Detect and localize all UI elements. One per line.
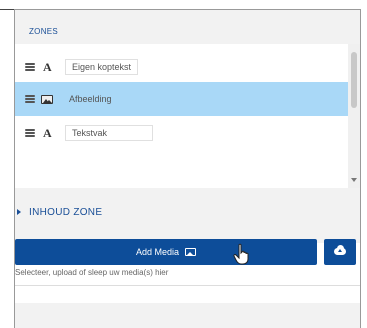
- section-divider: [15, 285, 360, 286]
- zone-item-tekstvak[interactable]: A Tekstvak: [15, 116, 348, 150]
- text-type-icon: A: [43, 59, 52, 74]
- image-icon: [41, 94, 53, 104]
- zone-item-label: Tekstvak: [65, 125, 153, 141]
- zone-item-afbeelding[interactable]: Afbeelding: [15, 82, 348, 116]
- inhoud-zone-title: INHOUD ZONE: [29, 207, 103, 218]
- add-media-button[interactable]: Add Media: [15, 239, 317, 265]
- scroll-down-arrow-icon[interactable]: [351, 178, 357, 182]
- upload-cloud-button[interactable]: [324, 239, 356, 265]
- zones-header: ZONES: [15, 10, 360, 44]
- drag-handle-icon[interactable]: [25, 95, 35, 103]
- drag-handle-icon[interactable]: [25, 63, 35, 71]
- zone-item-label: Afbeelding: [69, 94, 112, 104]
- scrollbar-thumb[interactable]: [351, 52, 357, 108]
- inhoud-zone-header[interactable]: INHOUD ZONE: [15, 188, 360, 243]
- zones-title: ZONES: [29, 27, 59, 36]
- hand-cursor-icon: [233, 243, 249, 265]
- drag-handle-icon[interactable]: [25, 129, 35, 137]
- caret-right-icon[interactable]: [17, 209, 21, 215]
- bottom-area: [15, 303, 360, 328]
- cloud-upload-icon: [334, 245, 346, 255]
- text-type-icon: A: [43, 125, 52, 140]
- zones-list: A Eigen koptekst Afbeelding A Tekstvak: [15, 44, 348, 188]
- zones-scrollbar[interactable]: [348, 44, 360, 188]
- add-media-label: Add Media: [135, 247, 180, 257]
- image-icon: [185, 248, 197, 256]
- upload-helper-text: Selecteer, upload of sleep uw media(s) h…: [15, 268, 169, 277]
- top-divider-line: [0, 9, 14, 10]
- zones-panel: ZONES A Eigen koptekst Afbeelding A Teks…: [14, 9, 361, 328]
- zone-item-eigen-koptekst[interactable]: A Eigen koptekst: [15, 50, 348, 84]
- zone-item-label: Eigen koptekst: [65, 59, 139, 75]
